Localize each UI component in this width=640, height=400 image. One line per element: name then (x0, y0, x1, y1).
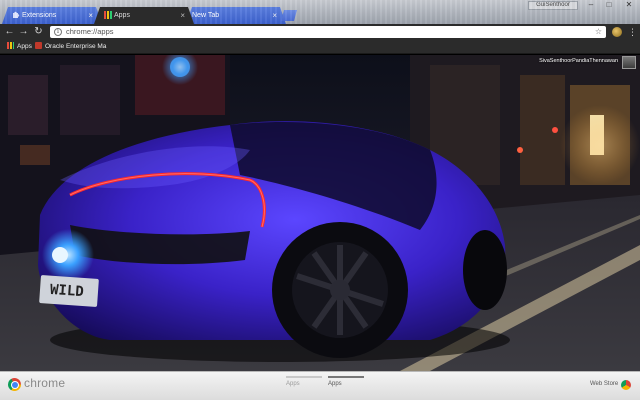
close-tab-icon[interactable]: × (88, 7, 93, 24)
page-switcher-apps[interactable]: Apps (286, 381, 300, 387)
web-store-link[interactable]: Web Store (590, 381, 618, 387)
user-name-label[interactable]: SivaSenthoorPandiaThennawan (539, 58, 618, 64)
page-switcher-apps-selected[interactable]: Apps (328, 381, 342, 387)
apps-footer: chrome Apps Apps Web Store (0, 371, 640, 400)
tab-label: Apps (114, 12, 130, 19)
tab-strip: Extensions × Apps × New Tab × GuiSenthoo… (0, 0, 640, 24)
tab-label: New Tab (192, 12, 220, 19)
chrome-wordmark: chrome (24, 376, 66, 390)
chrome-logo-icon (8, 378, 21, 391)
url-text[interactable]: chrome://apps (66, 26, 114, 38)
license-plate-text: WILD (49, 281, 85, 301)
bookmark-apps[interactable]: Apps (7, 40, 32, 54)
wallpaper-image (0, 55, 640, 371)
extension-icon[interactable] (612, 27, 622, 37)
tab-new-tab[interactable]: New Tab × (186, 7, 286, 24)
bookmark-label: Apps (17, 43, 32, 50)
new-tab-button[interactable] (281, 10, 297, 21)
menu-icon[interactable]: ⋮ (628, 26, 637, 38)
tab-label: Extensions (22, 12, 57, 19)
maximize-button[interactable]: □ (600, 1, 618, 10)
address-bar[interactable]: i chrome://apps ☆ (50, 26, 606, 38)
avatar[interactable] (622, 56, 636, 69)
page-switcher-bar (286, 376, 322, 378)
info-icon[interactable]: i (54, 28, 62, 36)
tab-apps[interactable]: Apps × (94, 7, 194, 24)
back-button[interactable]: ← (4, 26, 15, 37)
page-switcher-bar-selected (328, 376, 364, 378)
apps-grid-icon (104, 11, 112, 19)
close-window-button[interactable]: ✕ (618, 1, 640, 10)
close-tab-icon[interactable]: × (180, 7, 185, 24)
apps-page-background: SivaSenthoorPandiaThennawan WILD (0, 55, 640, 371)
bookmark-star-icon[interactable]: ☆ (595, 26, 602, 38)
toolbar: ← → ↻ i chrome://apps ☆ ⋮ (0, 24, 640, 40)
minimize-button[interactable]: – (582, 1, 600, 10)
bookmarks-bar: Apps Oracle Enterprise Ma (0, 40, 640, 54)
puzzle-icon (12, 11, 20, 19)
profile-name-badge[interactable]: GuiSenthoor (528, 1, 578, 10)
web-store-icon[interactable] (621, 380, 631, 390)
forward-button[interactable]: → (18, 26, 29, 37)
close-tab-icon[interactable]: × (272, 7, 277, 24)
bookmark-oracle[interactable]: Oracle Enterprise Ma (35, 40, 106, 54)
oracle-icon (35, 42, 42, 49)
apps-grid-icon (7, 42, 14, 49)
reload-button[interactable]: ↻ (33, 26, 44, 37)
tab-extensions[interactable]: Extensions × (2, 7, 102, 24)
bookmark-label: Oracle Enterprise Ma (45, 43, 107, 50)
